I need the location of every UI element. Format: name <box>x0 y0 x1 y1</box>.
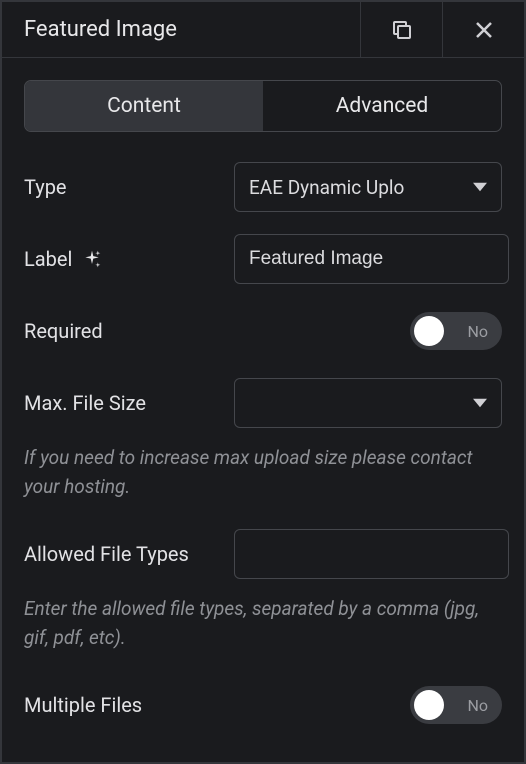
row-type: Type EAE Dynamic Uplo <box>24 162 502 212</box>
row-required: Required No <box>24 306 502 356</box>
type-label: Type <box>24 175 234 199</box>
allowed-types-help: Enter the allowed file types, separated … <box>24 595 502 652</box>
chevron-down-icon <box>473 176 487 199</box>
required-toggle[interactable]: No <box>410 312 502 350</box>
tab-content[interactable]: Content <box>25 81 263 131</box>
dynamic-tags-button[interactable] <box>519 234 526 284</box>
panel-title: Featured Image <box>2 2 360 57</box>
label-label: Label <box>24 247 234 271</box>
panel-header: Featured Image <box>2 2 524 58</box>
toggle-knob <box>414 690 444 720</box>
tabs: Content Advanced <box>24 80 502 132</box>
multiple-files-label: Multiple Files <box>24 693 234 717</box>
copy-icon <box>390 18 414 42</box>
required-label: Required <box>24 319 234 343</box>
toggle-knob <box>414 316 444 346</box>
allowed-types-label: Allowed File Types <box>24 542 234 566</box>
type-select[interactable]: EAE Dynamic Uplo <box>234 162 502 212</box>
duplicate-button[interactable] <box>360 2 442 57</box>
max-file-size-help: If you need to increase max upload size … <box>24 444 502 501</box>
ai-icon[interactable] <box>82 249 102 269</box>
row-max-file-size: Max. File Size <box>24 378 502 428</box>
row-label: Label <box>24 234 502 284</box>
settings-panel: Featured Image Content Advanced Type EAE… <box>0 0 526 764</box>
tab-advanced[interactable]: Advanced <box>263 81 501 131</box>
row-allowed-types: Allowed File Types <box>24 529 502 579</box>
close-button[interactable] <box>442 2 524 57</box>
max-file-size-select[interactable] <box>234 378 502 428</box>
max-file-size-label: Max. File Size <box>24 391 234 415</box>
type-select-value: EAE Dynamic Uplo <box>249 176 465 199</box>
multiple-files-toggle-text: No <box>467 696 488 715</box>
required-toggle-text: No <box>467 322 488 341</box>
panel-body: Content Advanced Type EAE Dynamic Uplo L… <box>2 58 524 762</box>
allowed-types-input[interactable] <box>234 529 509 579</box>
multiple-files-toggle[interactable]: No <box>410 686 502 724</box>
row-multiple-files: Multiple Files No <box>24 680 502 730</box>
label-text: Label <box>24 247 72 271</box>
close-icon <box>472 18 496 42</box>
label-input[interactable] <box>234 234 509 284</box>
chevron-down-icon <box>473 392 487 415</box>
